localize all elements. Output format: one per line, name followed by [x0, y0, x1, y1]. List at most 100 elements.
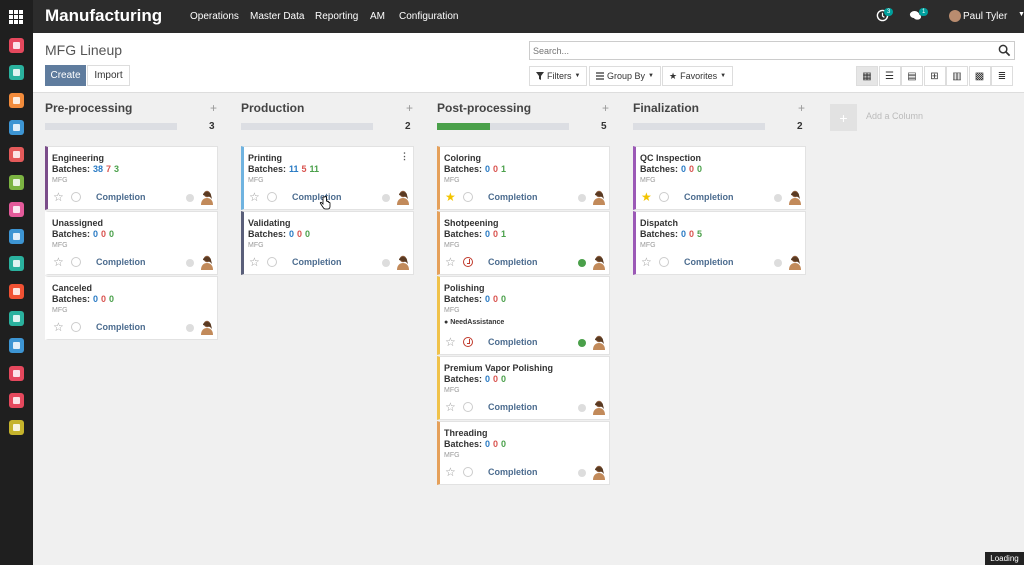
- menu-master-data[interactable]: Master Data: [250, 11, 304, 22]
- activity-clock-icon[interactable]: [267, 257, 277, 267]
- activity-clock-icon[interactable]: [71, 192, 81, 202]
- chevron-down-icon[interactable]: ▼: [1018, 11, 1024, 18]
- activity-clock-icon[interactable]: [71, 322, 81, 332]
- pivot-view-icon[interactable]: ⊞: [923, 66, 946, 86]
- activity-view-icon[interactable]: ≣: [991, 66, 1013, 86]
- repair-icon[interactable]: [9, 174, 24, 190]
- fleet-icon[interactable]: [9, 338, 24, 354]
- kanban-card[interactable]: Coloring Batches: 0 0 1 MFG ★ Completion: [437, 146, 610, 210]
- search-input[interactable]: [533, 44, 973, 58]
- status-dot[interactable]: [578, 404, 586, 412]
- discuss-icon[interactable]: [9, 38, 24, 53]
- kanban-card[interactable]: Premium Vapor Polishing Batches: 0 0 0 MFG ☆ Co…: [437, 356, 610, 420]
- status-dot[interactable]: [186, 194, 194, 202]
- group-by-button[interactable]: Group By ▼: [589, 66, 661, 86]
- column-quick-add-icon[interactable]: +: [210, 101, 217, 115]
- employees-icon[interactable]: [9, 311, 24, 326]
- kanban-card[interactable]: Dispatch Batches: 0 0 5 MFG ☆ Completion: [633, 211, 806, 275]
- status-dot[interactable]: [382, 259, 390, 267]
- menu-operations[interactable]: Operations: [190, 11, 239, 22]
- grid-view-icon[interactable]: ▩: [968, 66, 991, 86]
- star-icon[interactable]: ☆: [249, 191, 260, 203]
- user-name[interactable]: Paul Tyler: [963, 11, 1007, 22]
- star-icon[interactable]: ★: [445, 191, 456, 203]
- completion-link[interactable]: Completion: [292, 257, 342, 267]
- activity-clock-icon[interactable]: [463, 257, 473, 267]
- star-icon[interactable]: ☆: [53, 321, 64, 333]
- kanban-card[interactable]: Threading Batches: 0 0 0 MFG ☆ Completion: [437, 421, 610, 485]
- star-icon[interactable]: ☆: [445, 401, 456, 413]
- import-button[interactable]: Import: [87, 65, 130, 86]
- kanban-card[interactable]: Shotpeening Batches: 0 0 1 MFG ☆ Completion: [437, 211, 610, 275]
- activity-clock-icon[interactable]: [463, 192, 473, 202]
- status-dot[interactable]: [774, 194, 782, 202]
- status-dot[interactable]: [578, 339, 586, 347]
- star-icon[interactable]: ☆: [445, 256, 456, 268]
- activity-clock-icon[interactable]: [659, 192, 669, 202]
- search-icon[interactable]: [998, 44, 1011, 57]
- star-icon[interactable]: ☆: [53, 256, 64, 268]
- activity-clock-icon[interactable]: [659, 257, 669, 267]
- column-progress-bar[interactable]: [241, 123, 373, 130]
- sales-icon[interactable]: [9, 92, 24, 108]
- manufacturing-icon[interactable]: [9, 392, 24, 408]
- user-avatar[interactable]: [949, 10, 961, 22]
- status-dot[interactable]: [578, 259, 586, 267]
- status-dot[interactable]: [578, 469, 586, 477]
- activity-clock-icon[interactable]: [463, 467, 473, 477]
- kanban-card[interactable]: QC Inspection Batches: 0 0 0 MFG ★ Completion: [633, 146, 806, 210]
- add-column-button[interactable]: +: [830, 104, 857, 131]
- kanban-card[interactable]: Unassigned Batches: 0 0 0 MFG ☆ Completion: [45, 211, 218, 275]
- activity-clock-icon[interactable]: [463, 402, 473, 412]
- kanban-card[interactable]: Engineering Batches: 38 7 3 MFG ☆ Completion: [45, 146, 218, 210]
- activity-clock-icon[interactable]: [71, 257, 81, 267]
- timesheet-icon[interactable]: [9, 283, 24, 299]
- column-quick-add-icon[interactable]: +: [406, 101, 413, 115]
- star-icon[interactable]: ☆: [445, 336, 456, 348]
- status-dot[interactable]: [186, 259, 194, 267]
- completion-link[interactable]: Completion: [292, 192, 342, 202]
- column-quick-add-icon[interactable]: +: [602, 101, 609, 115]
- status-dot[interactable]: [186, 324, 194, 332]
- notes-icon[interactable]: [9, 65, 24, 81]
- column-progress-bar[interactable]: [437, 123, 569, 130]
- star-icon[interactable]: ★: [641, 191, 652, 203]
- completion-link[interactable]: Completion: [488, 337, 538, 347]
- activity-clock-icon[interactable]: [267, 192, 277, 202]
- activity-clock-icon[interactable]: [463, 337, 473, 347]
- status-dot[interactable]: [382, 194, 390, 202]
- completion-link[interactable]: Completion: [488, 402, 538, 412]
- star-icon[interactable]: ☆: [445, 466, 456, 478]
- calendar-view-icon[interactable]: ▤: [901, 66, 923, 86]
- purchase-icon[interactable]: [9, 201, 24, 217]
- kanban-view-icon[interactable]: ▦: [856, 66, 878, 86]
- kanban-card[interactable]: Validating Batches: 0 0 0 MFG ☆ Completion: [241, 211, 414, 275]
- completion-link[interactable]: Completion: [96, 192, 146, 202]
- status-dot[interactable]: [578, 194, 586, 202]
- menu-am[interactable]: AM: [370, 11, 385, 22]
- menu-configuration[interactable]: Configuration: [399, 11, 458, 22]
- kanban-card[interactable]: Canceled Batches: 0 0 0 MFG ☆ Completion: [45, 276, 218, 340]
- star-icon[interactable]: ☆: [53, 191, 64, 203]
- star-icon[interactable]: ☆: [641, 256, 652, 268]
- favorites-button[interactable]: ★ Favorites ▼: [662, 66, 734, 86]
- completion-link[interactable]: Completion: [488, 257, 538, 267]
- list-view-icon[interactable]: ☰: [878, 66, 901, 86]
- dashboard-icon[interactable]: [9, 365, 24, 381]
- completion-link[interactable]: Completion: [684, 257, 734, 267]
- create-button[interactable]: Create: [45, 65, 86, 86]
- app-title[interactable]: Manufacturing: [45, 6, 162, 26]
- star-icon[interactable]: ☆: [249, 256, 260, 268]
- completion-link[interactable]: Completion: [488, 192, 538, 202]
- settings-icon[interactable]: [9, 420, 24, 436]
- filters-button[interactable]: Filters ▼: [529, 66, 588, 86]
- maintenance-icon[interactable]: [9, 256, 24, 272]
- add-column-label[interactable]: Add a Column: [866, 111, 923, 121]
- card-menu-icon[interactable]: ⋮: [400, 151, 409, 162]
- completion-link[interactable]: Completion: [684, 192, 734, 202]
- column-progress-bar[interactable]: [45, 123, 177, 130]
- inventory-icon[interactable]: [9, 147, 24, 163]
- graph-view-icon[interactable]: ▥: [946, 66, 968, 86]
- column-quick-add-icon[interactable]: +: [798, 101, 805, 115]
- completion-link[interactable]: Completion: [96, 322, 146, 332]
